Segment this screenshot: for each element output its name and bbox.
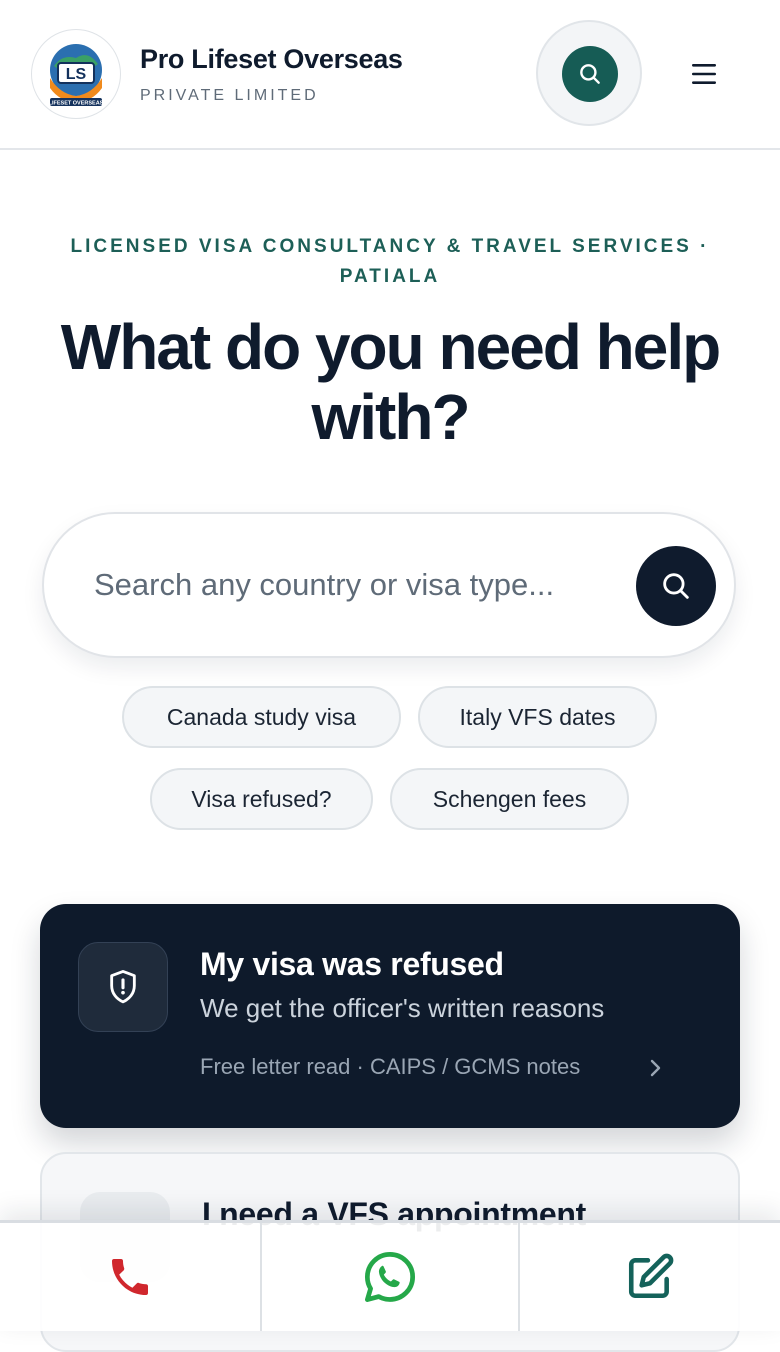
hero-headline: What do you need help with? [60,311,721,453]
svg-text:LIFESET OVERSEAS: LIFESET OVERSEAS [49,101,104,107]
menu-button[interactable] [686,58,722,90]
svg-text:LS: LS [66,66,87,83]
brand-name: Pro Lifeset Overseas [140,44,403,74]
site-header: LS LIFESET OVERSEAS Pro Lifeset Overseas… [0,0,780,150]
search-icon [580,64,600,84]
logo-emblem-icon: LS LIFESET OVERSEAS [49,44,104,107]
brand-subtitle: PRIVATE LIMITED [140,87,319,104]
call-button[interactable] [0,1223,260,1331]
whatsapp-button[interactable] [262,1223,518,1331]
enquiry-form-button[interactable] [520,1223,780,1331]
search-input[interactable] [92,554,616,616]
suggestion-chip[interactable]: Schengen fees [390,768,629,830]
phone-icon [112,1259,148,1295]
whatsapp-icon [364,1251,416,1303]
search-bar [42,512,736,658]
header-search-button[interactable] [536,20,642,126]
card-icon-box [78,942,168,1032]
card-title: My visa was refused [200,946,504,982]
card-meta: Free letter read · CAIPS / GCMS notes [200,1054,581,1079]
company-logo[interactable]: LS LIFESET OVERSEAS [31,29,121,119]
visa-refused-card[interactable]: My visa was refused We get the officer's… [40,904,740,1128]
edit-icon [628,1253,674,1299]
hero-kicker: LICENSED VISA CONSULTANCY & TRAVEL SERVI… [70,236,710,287]
search-icon [663,573,689,599]
card-description: We get the officer's written reasons [200,993,605,1023]
bottom-action-bar [0,1220,780,1331]
suggestion-chip[interactable]: Canada study visa [122,686,401,748]
suggestion-chip[interactable]: Italy VFS dates [418,686,657,748]
hamburger-menu-icon [692,64,716,84]
shield-alert-icon [110,970,136,1004]
chevron-right-icon [650,1059,661,1077]
header-search-button-inner [562,46,618,102]
suggestion-chip[interactable]: Visa refused? [150,768,373,830]
search-submit-button[interactable] [636,546,716,626]
